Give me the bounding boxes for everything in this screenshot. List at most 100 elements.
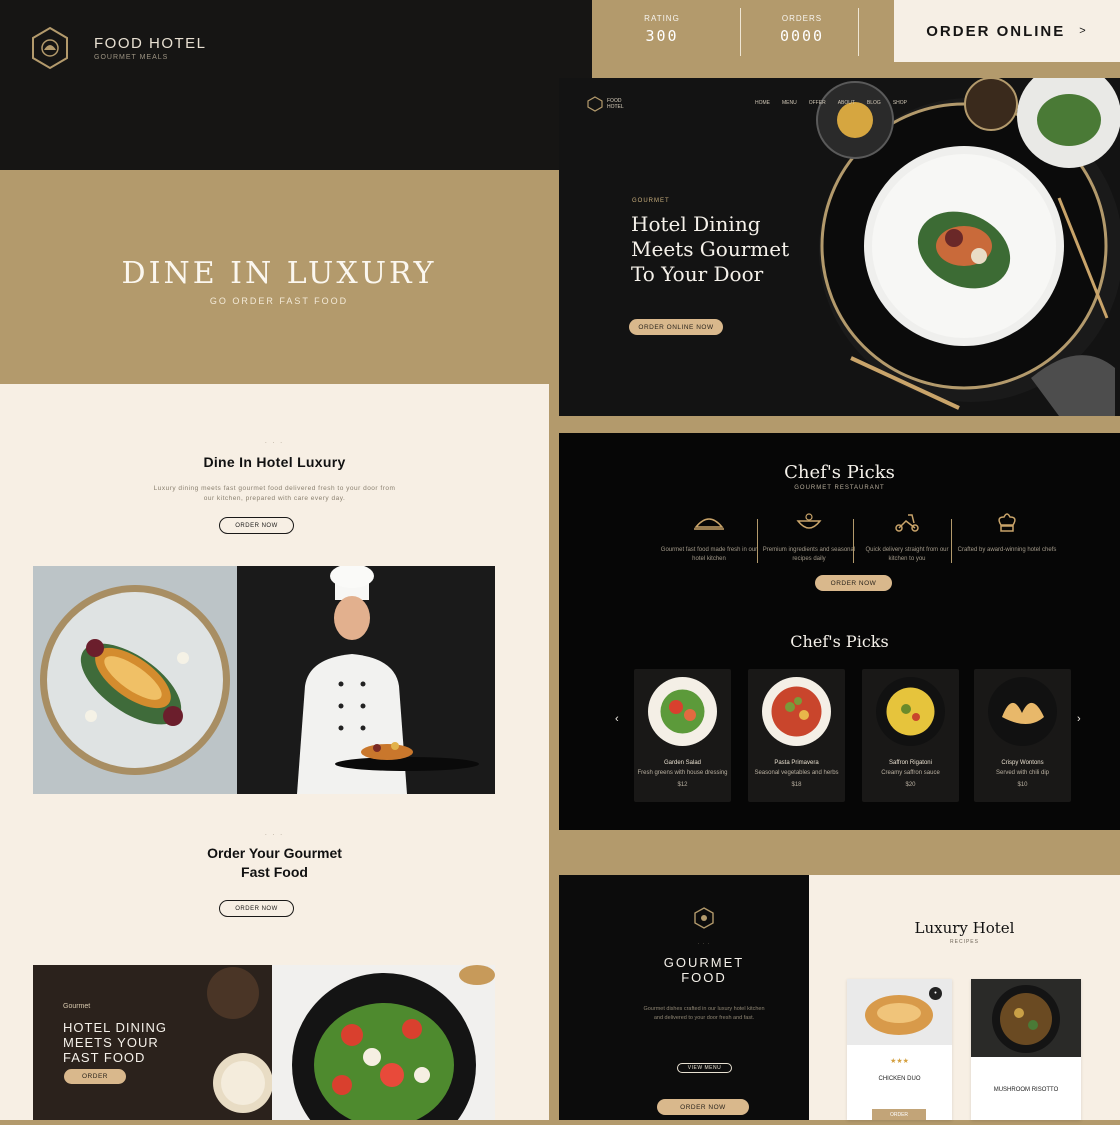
- dark-hero-title-line: Hotel Dining: [631, 212, 761, 236]
- order-section-button[interactable]: ORDER NOW: [219, 900, 294, 917]
- favorite-icon[interactable]: •: [929, 987, 942, 1000]
- feature-item: Premium ingredients and seasonal recipes…: [761, 511, 857, 563]
- stat-label: ORDERS: [781, 14, 823, 23]
- dish-price: $12: [677, 782, 688, 788]
- divider: [858, 8, 859, 56]
- view-menu-link[interactable]: VIEW MENU: [677, 1063, 732, 1073]
- stat-label: RATING: [644, 14, 680, 23]
- stat-value: 0000: [779, 27, 825, 45]
- chefs-picks-subtitle: GOURMET RESTAURANT: [794, 485, 885, 491]
- recipe-order-button[interactable]: ORDER: [872, 1109, 926, 1120]
- nav-item-about[interactable]: ABOUT: [838, 100, 855, 106]
- nav-item-home[interactable]: HOME: [755, 100, 770, 106]
- nav-item-menu[interactable]: MENU: [782, 100, 797, 106]
- feature-text: Quick delivery straight from our kitchen…: [865, 547, 949, 562]
- gourmet-kicker: · · ·: [697, 941, 711, 947]
- nav-item-shop[interactable]: SHOP: [893, 100, 907, 106]
- hotel-logo-icon[interactable]: [587, 96, 603, 112]
- mini-banner-title: HOTEL DINING MEETS YOUR FAST FOOD: [63, 1020, 167, 1065]
- feature-item: Quick delivery straight from our kitchen…: [859, 511, 955, 563]
- intro-panel: · · · Dine In Hotel Luxury Luxury dining…: [0, 384, 549, 1125]
- hotel-logo-icon[interactable]: [30, 26, 70, 70]
- feature-text: Gourmet fast food made fresh in our hote…: [660, 547, 758, 562]
- intro-text: Luxury dining meets fast gourmet food de…: [153, 485, 396, 503]
- carousel-next-icon[interactable]: ›: [1077, 713, 1081, 725]
- brand-name: FOOD HOTEL: [94, 35, 207, 52]
- carousel-prev-icon[interactable]: ‹: [615, 713, 619, 725]
- dish-card[interactable]: Pasta Primavera Seasonal vegetables and …: [748, 669, 845, 802]
- mini-banner-line: MEETS YOUR: [63, 1035, 159, 1050]
- dish-name: Garden Salad: [663, 760, 702, 766]
- nav-brand: FOOD HOTEL: [607, 98, 624, 110]
- order-title-line1: Order Your Gourmet: [207, 845, 342, 861]
- dish-name: Crispy Wontons: [1001, 760, 1044, 766]
- divider: [757, 519, 758, 563]
- hero-subtitle: GO ORDER FAST FOOD: [209, 296, 349, 306]
- dish-photo: [648, 677, 717, 746]
- intro-title: Dine In Hotel Luxury: [203, 454, 346, 470]
- divider: [951, 519, 952, 563]
- feature-text: Premium ingredients and seasonal recipes…: [762, 547, 856, 562]
- chef-photo: [237, 564, 495, 794]
- gourmet-food-panel: · · · GOURMET FOOD Gourmet dishes crafte…: [559, 875, 809, 1120]
- dish-card[interactable]: Garden Salad Fresh greens with house dre…: [634, 669, 731, 802]
- section-kicker: · · ·: [264, 440, 285, 446]
- gourmet-order-button[interactable]: ORDER NOW: [657, 1099, 749, 1115]
- section-kicker: · · ·: [264, 832, 285, 838]
- hero-title: DINE IN LUXURY: [121, 256, 437, 291]
- mini-banner-button[interactable]: ORDER: [64, 1069, 126, 1084]
- recipe-card[interactable]: • ★★★ CHICKEN DUO ORDER: [847, 979, 952, 1120]
- dish-description: Seasonal vegetables and herbs: [754, 770, 839, 776]
- dish-description: Served with chili dip: [995, 770, 1050, 776]
- dish-photo: [988, 677, 1057, 746]
- dark-hero-kicker: GOURMET: [632, 198, 670, 204]
- dish-price: $10: [1017, 782, 1028, 788]
- carousel-title: Chef's Picks: [790, 632, 889, 651]
- dish-description: Fresh greens with house dressing: [637, 770, 728, 776]
- chefs-picks-section: Chef's Picks GOURMET RESTAURANT Gourmet …: [559, 433, 1120, 830]
- dish-photo: [762, 677, 831, 746]
- intro-order-button[interactable]: ORDER NOW: [219, 517, 294, 534]
- nav-item-offer[interactable]: OFFER: [809, 100, 826, 106]
- hotel-logo-icon: [694, 907, 714, 929]
- plated-dish-photo: [33, 566, 237, 794]
- recipe-card[interactable]: MUSHROOM RISOTTO: [971, 979, 1081, 1120]
- dish-card[interactable]: Crispy Wontons Served with chili dip $10: [974, 669, 1071, 802]
- dark-hero-order-button[interactable]: ORDER ONLINE NOW: [629, 319, 723, 335]
- gourmet-title-line: FOOD: [681, 970, 727, 985]
- recipe-name: CHICKEN DUO: [878, 1076, 921, 1082]
- chefs-picks-order-button[interactable]: ORDER NOW: [815, 575, 892, 591]
- chef-hat-icon: [998, 513, 1016, 532]
- dish-price: $18: [791, 782, 802, 788]
- bowl-icon: [796, 513, 822, 529]
- divider: [740, 8, 741, 56]
- brand-tagline: GOURMET MEALS: [94, 54, 169, 61]
- order-title-line2: Fast Food: [241, 864, 308, 880]
- dish-card[interactable]: Saffron Rigatoni Creamy saffron sauce $2…: [862, 669, 959, 802]
- gold-hero-section: DINE IN LUXURY GO ORDER FAST FOOD: [0, 170, 558, 384]
- feature-item: Gourmet fast food made fresh in our hote…: [659, 511, 759, 563]
- dish-name: Saffron Rigatoni: [889, 760, 932, 766]
- luxury-hotel-panel: Luxury Hotel RECIPES • ★★★ CHICKEN DUO O…: [809, 875, 1120, 1120]
- nav-item-blog[interactable]: BLOG: [867, 100, 881, 106]
- luxury-subtitle: RECIPES: [950, 939, 979, 945]
- dark-hero-title-line: To Your Door: [631, 262, 764, 286]
- order-online-button[interactable]: ORDER ONLINE >: [894, 0, 1120, 62]
- stat-orders: ORDERS 0000: [752, 14, 852, 45]
- order-online-label: ORDER ONLINE: [926, 22, 1066, 40]
- gourmet-title-line: GOURMET: [663, 955, 745, 970]
- dish-price: $20: [905, 782, 916, 788]
- mini-banner: Gourmet HOTEL DINING MEETS YOUR FAST FOO…: [33, 965, 272, 1120]
- dark-hero-title: Hotel Dining Meets Gourmet To Your Door: [631, 212, 789, 287]
- top-nav: HOME MENU OFFER ABOUT BLOG SHOP: [755, 100, 907, 106]
- top-header: FOOD HOTEL GOURMET MEALS: [0, 0, 592, 170]
- mini-banner-line: HOTEL DINING: [63, 1020, 167, 1035]
- recipe-name: MUSHROOM RISOTTO: [993, 1087, 1059, 1093]
- stat-rating: RATING 300: [612, 14, 712, 45]
- cloche-icon: [694, 518, 724, 530]
- chevron-right-icon: >: [1079, 25, 1088, 37]
- salad-photo: [272, 965, 495, 1125]
- chefs-picks-title: Chef's Picks: [784, 462, 895, 483]
- gourmet-text: Gourmet dishes crafted in our luxury hot…: [643, 1006, 765, 1022]
- gourmet-title: GOURMET FOOD: [559, 955, 849, 985]
